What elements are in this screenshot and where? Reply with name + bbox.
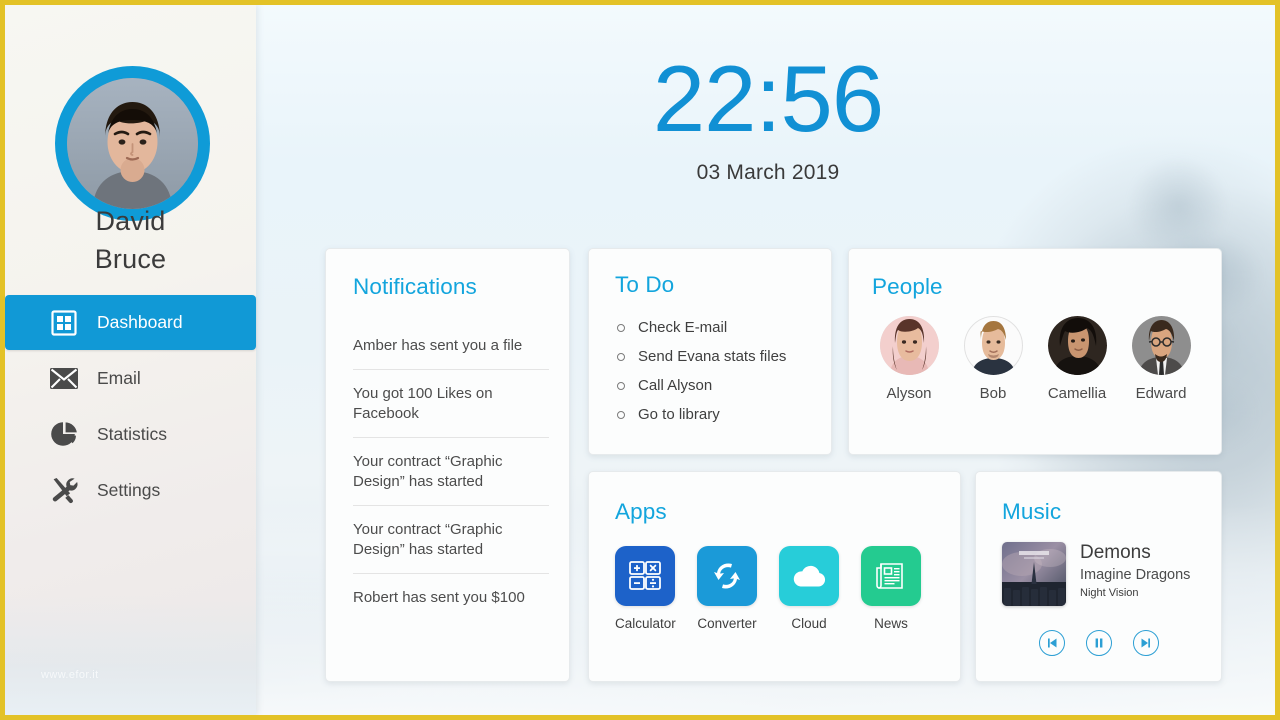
todo-card: To Do Check E-mail Send Evana stats file…	[588, 248, 832, 455]
music-controls	[976, 630, 1221, 656]
app-converter[interactable]: Converter	[697, 546, 757, 631]
todo-item[interactable]: Call Alyson	[617, 371, 786, 400]
app-calculator[interactable]: Calculator	[615, 546, 676, 631]
notification-item[interactable]: Amber has sent you a file	[353, 322, 549, 370]
album-art	[1002, 542, 1066, 606]
track-title: Demons	[1080, 542, 1151, 563]
todo-item[interactable]: Check E-mail	[617, 313, 786, 342]
sidebar-item-label: Email	[97, 367, 141, 388]
sidebar-item-statistics[interactable]: Statistics	[5, 406, 256, 462]
app-cloud[interactable]: Cloud	[779, 546, 839, 631]
music-card: Music Demons Imagine Dragons Night Visio…	[975, 471, 1222, 682]
circle-bullet-icon	[617, 410, 625, 419]
now-playing: Demons Imagine Dragons Night Vision	[1002, 542, 1207, 606]
track-artist: Imagine Dragons	[1080, 567, 1191, 583]
sidebar-item-dashboard[interactable]: Dashboard	[5, 295, 256, 350]
app-label: News	[874, 616, 908, 631]
pie-chart-icon	[49, 419, 79, 449]
sidebar-bottom-fade	[5, 595, 256, 715]
sidebar-item-label: Settings	[97, 479, 161, 500]
person-camellia[interactable]: Camellia	[1037, 316, 1117, 402]
circle-bullet-icon	[617, 323, 625, 332]
sidebar-nav: Dashboard Email Statistics Settings	[5, 295, 256, 518]
pause-button[interactable]	[1085, 630, 1112, 656]
convert-arrows-icon	[697, 546, 757, 606]
apps-title: Apps	[615, 499, 667, 524]
avatar	[1047, 316, 1107, 375]
sidebar-item-label: Statistics	[97, 423, 168, 444]
notification-item[interactable]: Your contract “Graphic Design” has start…	[353, 438, 549, 506]
people-list: Alyson Bob Camellia Edward	[869, 316, 1201, 402]
grid-icon	[49, 308, 79, 338]
app-label: Cloud	[791, 616, 827, 631]
todo-title: To Do	[615, 272, 675, 297]
person-name: Bob	[979, 385, 1007, 402]
app-news[interactable]: News	[861, 546, 921, 631]
sidebar-item-settings[interactable]: Settings	[5, 462, 256, 518]
app-label: Calculator	[615, 616, 676, 631]
track-info: Demons Imagine Dragons Night Vision	[1080, 542, 1190, 606]
clock-date: 03 March 2019	[696, 161, 840, 184]
notification-item[interactable]: Your contract “Graphic Design” has start…	[353, 506, 549, 574]
people-card: People Alyson Bob Camellia Edward	[848, 248, 1222, 455]
todo-item[interactable]: Go to library	[617, 400, 786, 429]
music-title: Music	[1002, 499, 1062, 524]
todo-item-label: Check E-mail	[638, 319, 728, 336]
avatar-photo	[67, 78, 198, 209]
todo-item-label: Go to library	[638, 406, 720, 423]
avatar	[963, 316, 1023, 375]
sidebar-item-email[interactable]: Email	[5, 350, 256, 406]
sidebar-item-label: Dashboard	[97, 312, 183, 332]
calculator-icon	[615, 546, 675, 606]
user-name: David Bruce	[5, 202, 256, 278]
person-alyson[interactable]: Alyson	[869, 316, 949, 402]
notifications-list: Amber has sent you a file You got 100 Li…	[353, 322, 549, 621]
newspaper-icon	[861, 546, 921, 606]
person-name: Camellia	[1047, 385, 1107, 402]
track-album: Night Vision	[1080, 587, 1139, 599]
desktop-window: David Bruce Dashboard Email Statistics S…	[0, 0, 1280, 720]
circle-bullet-icon	[617, 381, 625, 390]
app-label: Converter	[697, 616, 757, 631]
person-edward[interactable]: Edward	[1121, 316, 1201, 402]
notification-item[interactable]: You got 100 Likes on Facebook	[353, 370, 549, 438]
clock-time: 22:56	[652, 46, 884, 151]
circle-bullet-icon	[617, 352, 625, 361]
people-title: People	[872, 274, 943, 299]
person-bob[interactable]: Bob	[953, 316, 1033, 402]
tools-icon	[49, 475, 79, 505]
notification-item[interactable]: Robert has sent you $100	[353, 574, 549, 621]
todo-list: Check E-mail Send Evana stats files Call…	[617, 313, 786, 429]
avatar	[1131, 316, 1191, 375]
user-last-name: Bruce	[94, 244, 167, 274]
person-name: Edward	[1135, 385, 1187, 402]
notifications-card: Notifications Amber has sent you a file …	[325, 248, 570, 682]
clock-widget: 22:56 03 March 2019	[261, 51, 1275, 185]
user-first-name: David	[95, 206, 166, 236]
avatar	[879, 316, 939, 375]
apps-list: Calculator Converter Cloud News	[615, 546, 921, 631]
envelope-icon	[49, 363, 79, 393]
cloud-icon	[779, 546, 839, 606]
person-name: Alyson	[886, 385, 932, 402]
avatar[interactable]	[55, 66, 210, 221]
sidebar: David Bruce Dashboard Email Statistics S…	[5, 5, 256, 715]
watermark: www.efor.it	[41, 669, 99, 681]
todo-item-label: Call Alyson	[638, 377, 713, 394]
todo-item[interactable]: Send Evana stats files	[617, 342, 786, 371]
notifications-title: Notifications	[353, 274, 477, 299]
previous-track-button[interactable]	[1038, 630, 1065, 656]
todo-item-label: Send Evana stats files	[638, 348, 787, 365]
next-track-button[interactable]	[1132, 630, 1159, 656]
apps-card: Apps Calculator Converter Cloud News	[588, 471, 961, 682]
